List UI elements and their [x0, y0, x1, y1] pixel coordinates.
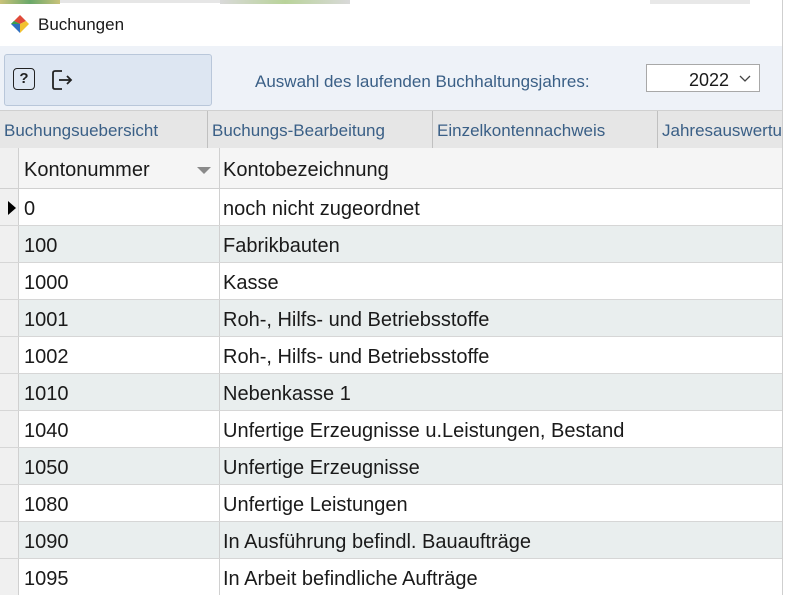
cell-kontobezeichnung[interactable]: In Arbeit befindliche Aufträge [220, 559, 782, 595]
row-header[interactable] [0, 485, 19, 521]
sort-desc-icon [197, 167, 211, 174]
cell-kontonummer[interactable]: 1001 [20, 300, 220, 336]
cell-kontonummer[interactable]: 1000 [20, 263, 220, 299]
background-window-fragment [220, 0, 350, 4]
row-header[interactable] [0, 337, 19, 373]
window-right-border [782, 0, 787, 595]
tab-buchungsuebersicht[interactable]: Buchungsuebersicht [0, 111, 208, 149]
table-row[interactable]: 1010 Nebenkasse 1 [0, 374, 782, 411]
tab-einzelkontennachweis[interactable]: Einzelkontennachweis [433, 111, 658, 149]
cell-kontonummer[interactable]: 1080 [20, 485, 220, 521]
cell-kontonummer[interactable]: 1095 [20, 559, 220, 595]
table-row[interactable]: 1000 Kasse [0, 263, 782, 300]
row-header-corner [0, 148, 19, 188]
row-header[interactable] [0, 226, 19, 262]
cell-kontonummer[interactable]: 1050 [20, 448, 220, 484]
background-window-fragment [60, 0, 220, 3]
row-header[interactable] [0, 300, 19, 336]
toolbar-button-group: ? [4, 54, 212, 106]
column-header-kontobezeichnung[interactable]: Kontobezeichnung [220, 148, 782, 188]
year-select-value: 2022 [688, 70, 729, 90]
cell-kontobezeichnung[interactable]: Nebenkasse 1 [220, 374, 782, 410]
year-select[interactable]: 2022 [646, 64, 760, 92]
title-bar: Buchungen [0, 6, 782, 46]
cell-kontonummer[interactable]: 0 [20, 189, 220, 225]
tab-jahresauswertung[interactable]: Jahresauswertu [658, 111, 782, 149]
column-header-label: Kontobezeichnung [223, 159, 389, 181]
cell-kontobezeichnung[interactable]: Fabrikbauten [220, 226, 782, 262]
cell-kontobezeichnung[interactable]: noch nicht zugeordnet [220, 189, 782, 225]
toolbar: ? Auswahl des laufenden Buchhaltungsjahr… [0, 46, 782, 110]
cell-kontobezeichnung[interactable]: Unfertige Leistungen [220, 485, 782, 521]
column-header-label: Kontonummer [24, 159, 150, 181]
cell-kontonummer[interactable]: 1090 [20, 522, 220, 558]
cell-kontobezeichnung[interactable]: Unfertige Erzeugnisse u.Leistungen, Best… [220, 411, 782, 447]
table-row[interactable]: 0 noch nicht zugeordnet [0, 189, 782, 226]
cell-kontonummer[interactable]: 100 [20, 226, 220, 262]
grid-header: Kontonummer Kontobezeichnung [0, 148, 782, 189]
table-row[interactable]: 1095 In Arbeit befindliche Aufträge [0, 559, 782, 595]
row-header[interactable] [0, 263, 19, 299]
row-header[interactable] [0, 448, 19, 484]
cell-kontobezeichnung[interactable]: Unfertige Erzeugnisse [220, 448, 782, 484]
row-header[interactable] [0, 374, 19, 410]
tab-buchungs-bearbeitung[interactable]: Buchungs-Bearbeitung [208, 111, 433, 149]
window-title: Buchungen [38, 15, 125, 34]
row-header[interactable] [0, 522, 19, 558]
table-row[interactable]: 1050 Unfertige Erzeugnisse [0, 448, 782, 485]
table-row[interactable]: 1001 Roh-, Hilfs- und Betriebsstoffe [0, 300, 782, 337]
cell-kontobezeichnung[interactable]: Roh-, Hilfs- und Betriebsstoffe [220, 300, 782, 336]
row-header[interactable] [0, 559, 19, 595]
table-row[interactable]: 1002 Roh-, Hilfs- und Betriebsstoffe [0, 337, 782, 374]
table-row[interactable]: 1080 Unfertige Leistungen [0, 485, 782, 522]
help-button[interactable]: ? [13, 68, 35, 90]
year-selection-label: Auswahl des laufenden Buchhaltungsjahres… [255, 72, 590, 91]
row-pointer-icon [8, 201, 16, 215]
cell-kontonummer[interactable]: 1002 [20, 337, 220, 373]
cell-kontobezeichnung[interactable]: Roh-, Hilfs- und Betriebsstoffe [220, 337, 782, 373]
table-row[interactable]: 100 Fabrikbauten [0, 226, 782, 263]
cell-kontonummer[interactable]: 1010 [20, 374, 220, 410]
cell-kontobezeichnung[interactable]: In Ausführung befindl. Bauaufträge [220, 522, 782, 558]
background-window-fragment [0, 0, 60, 4]
tab-bar: Buchungsuebersicht Buchungs-Bearbeitung … [0, 110, 782, 150]
cell-kontobezeichnung[interactable]: Kasse [220, 263, 782, 299]
chevron-down-icon [739, 75, 751, 82]
column-header-kontonummer[interactable]: Kontonummer [20, 148, 220, 188]
app-logo-icon [11, 15, 29, 33]
row-header[interactable] [0, 411, 19, 447]
background-window-fragment [650, 0, 750, 4]
exit-icon[interactable] [49, 67, 75, 93]
row-header[interactable] [0, 189, 19, 225]
accounts-grid: Kontonummer Kontobezeichnung 0 noch nicht… [0, 148, 782, 595]
table-row[interactable]: 1040 Unfertige Erzeugnisse u.Leistungen, … [0, 411, 782, 448]
cell-kontonummer[interactable]: 1040 [20, 411, 220, 447]
table-row[interactable]: 1090 In Ausführung befindl. Bauaufträge [0, 522, 782, 559]
